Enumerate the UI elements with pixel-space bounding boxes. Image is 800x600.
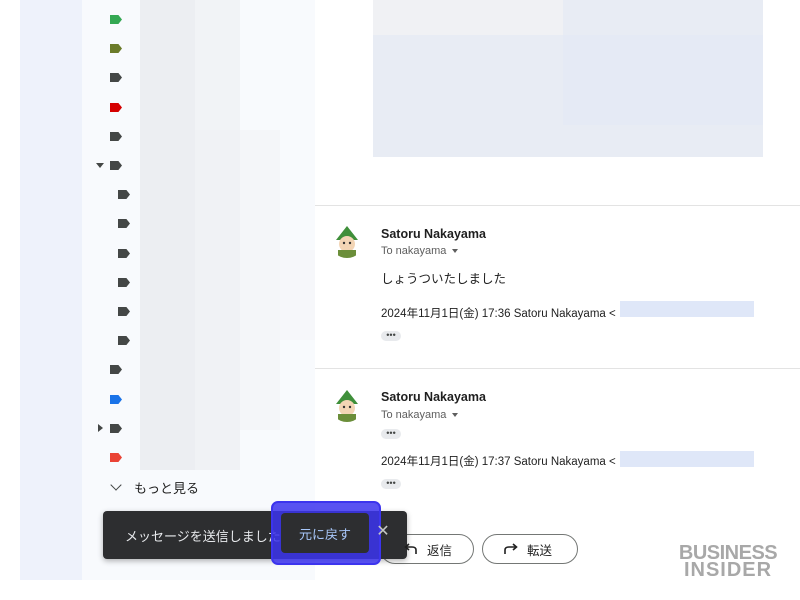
show-trimmed-content-button[interactable]: •••	[381, 429, 401, 439]
label-tag-icon	[110, 15, 122, 24]
label-tag-icon	[118, 278, 130, 287]
sidebar-label-item[interactable]	[95, 276, 145, 298]
message-divider	[315, 205, 800, 206]
sidebar-label-item[interactable]	[95, 247, 145, 269]
recipient-toggle[interactable]: To nakayama	[381, 245, 459, 257]
message-divider	[315, 368, 800, 369]
sender-avatar[interactable]	[330, 388, 364, 422]
undo-label: 元に戻す	[298, 526, 351, 542]
quote-header: 2024年11月1日(金) 17:37 Satoru Nakayama <	[381, 456, 616, 468]
label-tag-icon	[110, 132, 122, 141]
caret-down-icon	[452, 249, 459, 253]
label-tag-icon	[110, 44, 122, 53]
label-tag-icon	[110, 161, 122, 170]
sidebar-label-item[interactable]	[95, 451, 145, 473]
recipient-toggle[interactable]: To nakayama	[381, 409, 459, 421]
show-trimmed-content-button[interactable]: •••	[381, 331, 401, 341]
label-tag-icon	[110, 424, 122, 433]
message-body: しょうついたしました	[381, 272, 507, 286]
caret-down-icon	[452, 413, 459, 417]
blurred-email-link[interactable]	[620, 301, 754, 317]
sidebar-label-item[interactable]	[95, 71, 145, 93]
chevron-down-icon	[110, 479, 122, 491]
label-tag-icon	[118, 249, 130, 258]
show-trimmed-content-button[interactable]: •••	[381, 479, 401, 489]
toast-message: メッセージを送信しました	[125, 529, 281, 544]
more-labels-text: もっと見る	[134, 480, 200, 496]
more-labels-button[interactable]: もっと見る	[108, 476, 268, 498]
reply-icon	[404, 543, 417, 554]
label-tag-icon	[118, 307, 130, 316]
quote-header: 2024年11月1日(金) 17:36 Satoru Nakayama <	[381, 308, 616, 320]
sidebar-label-item[interactable]	[95, 13, 145, 35]
label-tag-icon	[110, 103, 122, 112]
sidebar-label-item[interactable]	[95, 393, 145, 415]
recipient-text: To nakayama	[381, 409, 447, 421]
reply-label: 返信	[427, 543, 453, 558]
label-tag-icon	[110, 73, 122, 82]
sender-avatar[interactable]	[330, 224, 364, 258]
blurred-label-names	[240, 130, 280, 430]
blurred-label-names	[195, 130, 240, 470]
blurred-content	[563, 35, 763, 125]
forward-button[interactable]: 転送	[482, 534, 578, 564]
sidebar-label-item[interactable]	[95, 305, 145, 327]
message-thread	[315, 0, 800, 580]
sidebar-label-item[interactable]	[95, 42, 145, 64]
logo-line-2: INSIDER	[683, 559, 773, 581]
blurred-label-names	[195, 0, 240, 130]
app-rail	[20, 0, 82, 580]
blurred-label-names	[140, 0, 195, 470]
sidebar-label-item[interactable]	[95, 334, 145, 356]
sidebar-label-item[interactable]	[95, 130, 145, 152]
collapse-caret-icon[interactable]	[98, 424, 103, 432]
sidebar-label-item[interactable]	[95, 217, 145, 239]
sidebar-label-item[interactable]	[95, 101, 145, 123]
blurred-content	[373, 0, 563, 35]
label-tag-icon	[118, 336, 130, 345]
label-tag-icon	[118, 219, 130, 228]
recipient-text: To nakayama	[381, 245, 447, 257]
sender-name: Satoru Nakayama	[381, 390, 486, 404]
page-bottom	[0, 580, 800, 600]
sidebar-label-item[interactable]	[95, 159, 145, 181]
blurred-label-names	[280, 250, 315, 340]
expand-caret-icon[interactable]	[96, 163, 104, 168]
forward-icon	[504, 543, 518, 554]
forward-label: 転送	[527, 543, 553, 558]
label-tag-icon	[110, 395, 122, 404]
blurred-email-link[interactable]	[620, 451, 754, 467]
label-tag-icon	[118, 190, 130, 199]
sidebar-label-item[interactable]	[95, 188, 145, 210]
sender-name: Satoru Nakayama	[381, 227, 486, 241]
label-tag-icon	[110, 365, 122, 374]
sidebar-label-item[interactable]	[95, 363, 145, 385]
sidebar-label-item[interactable]	[95, 422, 145, 444]
close-icon[interactable]: ✕	[373, 522, 393, 542]
label-tag-icon	[110, 453, 122, 462]
undo-button[interactable]: 元に戻す	[281, 513, 369, 553]
business-insider-logo: BUSINESS INSIDER	[676, 543, 780, 581]
